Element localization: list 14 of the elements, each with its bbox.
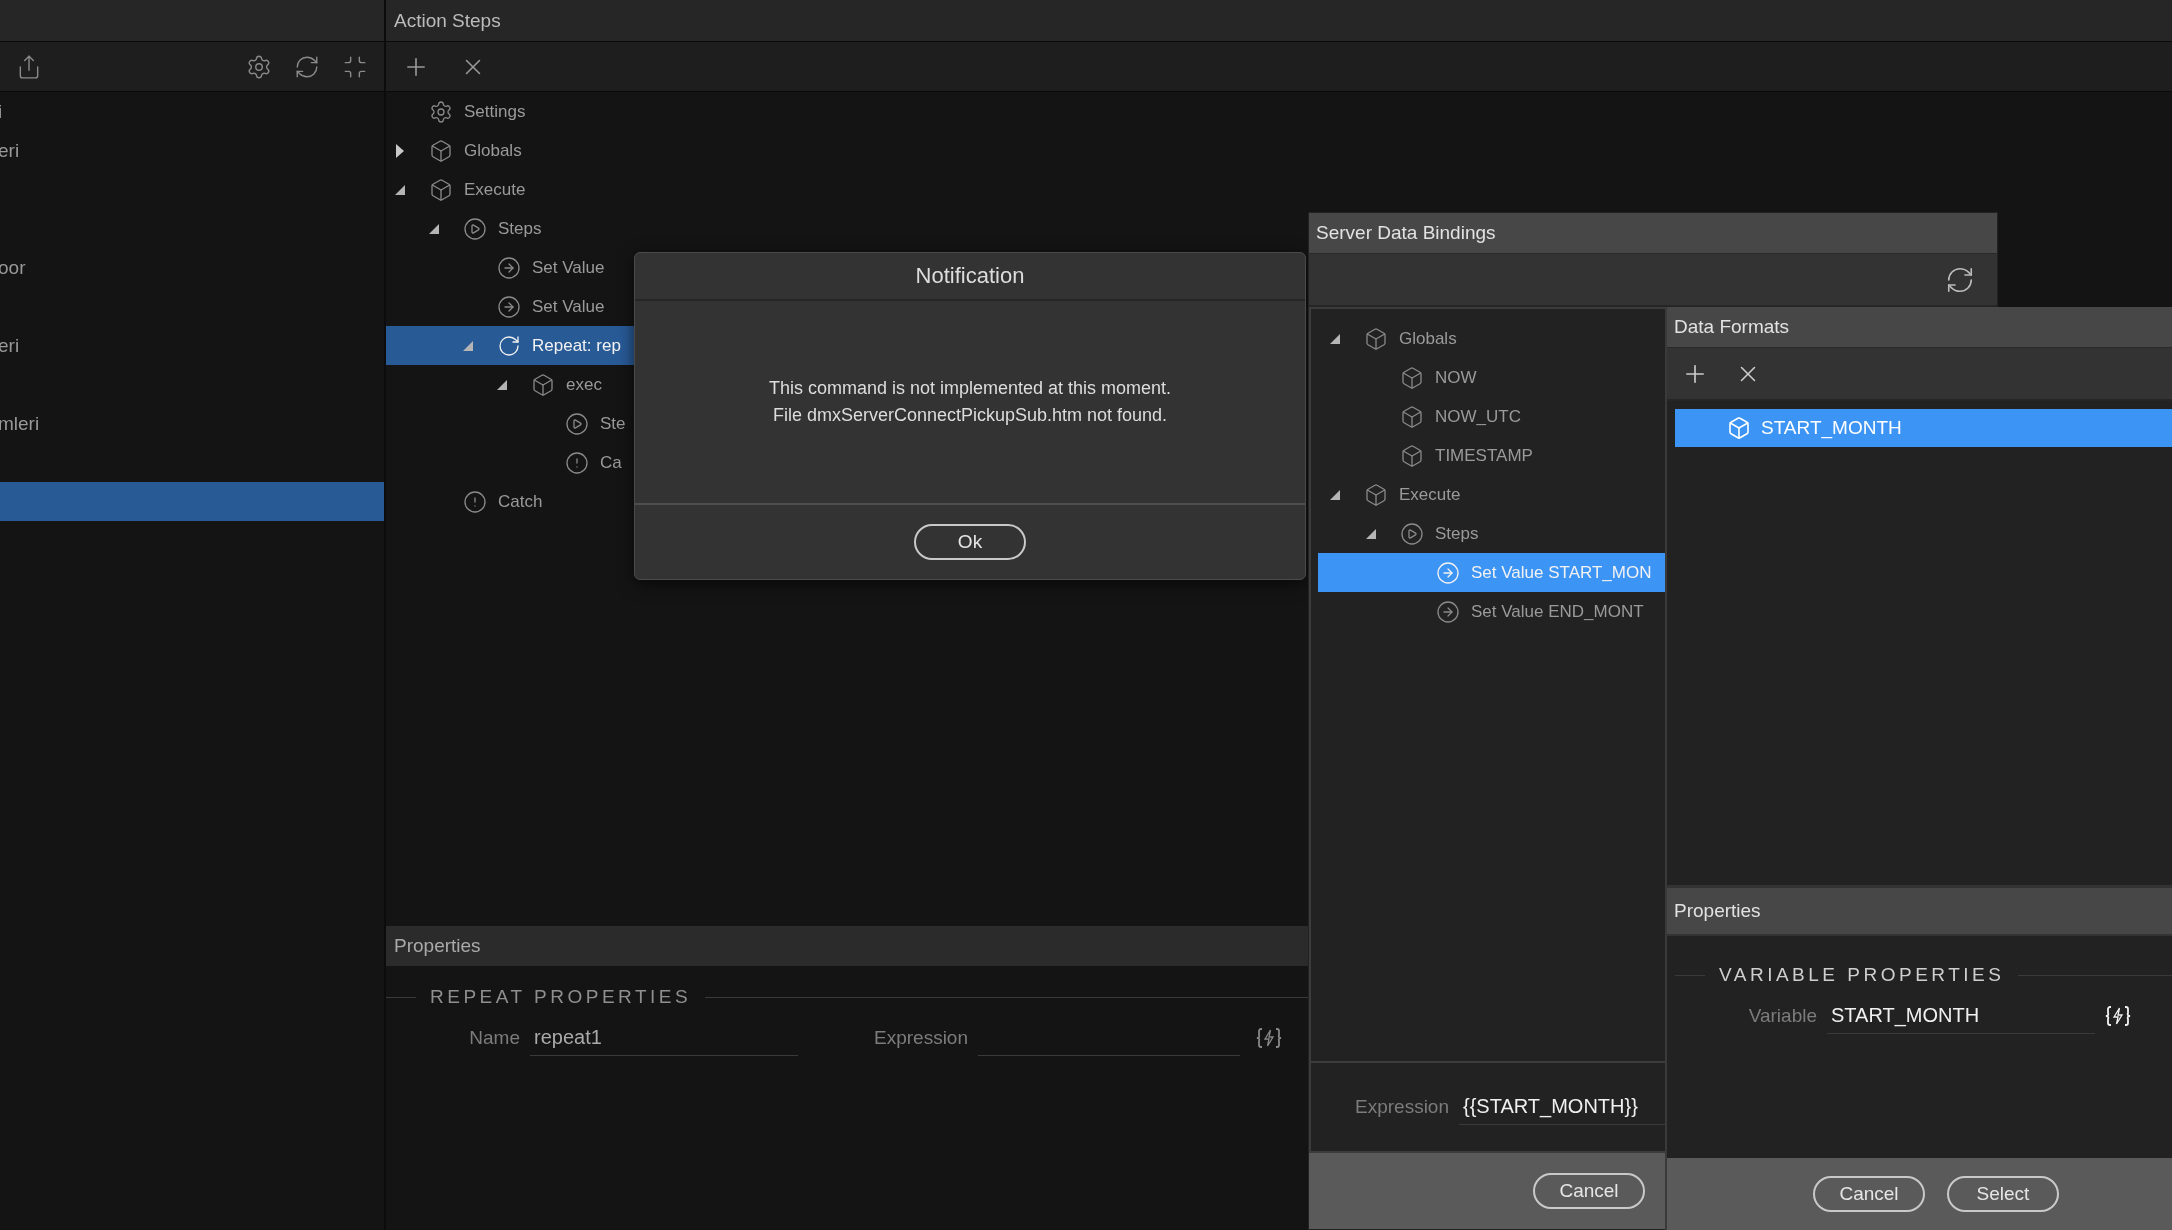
field-label: Expression (873, 1027, 968, 1049)
field-label: Expression (1354, 1096, 1449, 1118)
panel-title: Properties (1674, 900, 1761, 922)
panel-title: Properties (394, 935, 481, 957)
dialog-title: Server Data Bindings (1316, 222, 1496, 244)
dialog-title: Notification (915, 263, 1025, 289)
message-text: This command is not implemented at this moment. (768, 378, 1172, 399)
section-title: REPEAT PROPERTIES (430, 986, 692, 1008)
message-text: File dmxServerConnectPickupSub.htm not found. (772, 405, 1168, 426)
panel-title: Action Steps (394, 9, 501, 32)
field-label: Variable (1747, 1005, 1817, 1027)
section-title: VARIABLE PROPERTIES (1719, 964, 2005, 986)
dialog-title: Data Formats (1674, 316, 1790, 338)
field-label: Name (468, 1027, 520, 1049)
